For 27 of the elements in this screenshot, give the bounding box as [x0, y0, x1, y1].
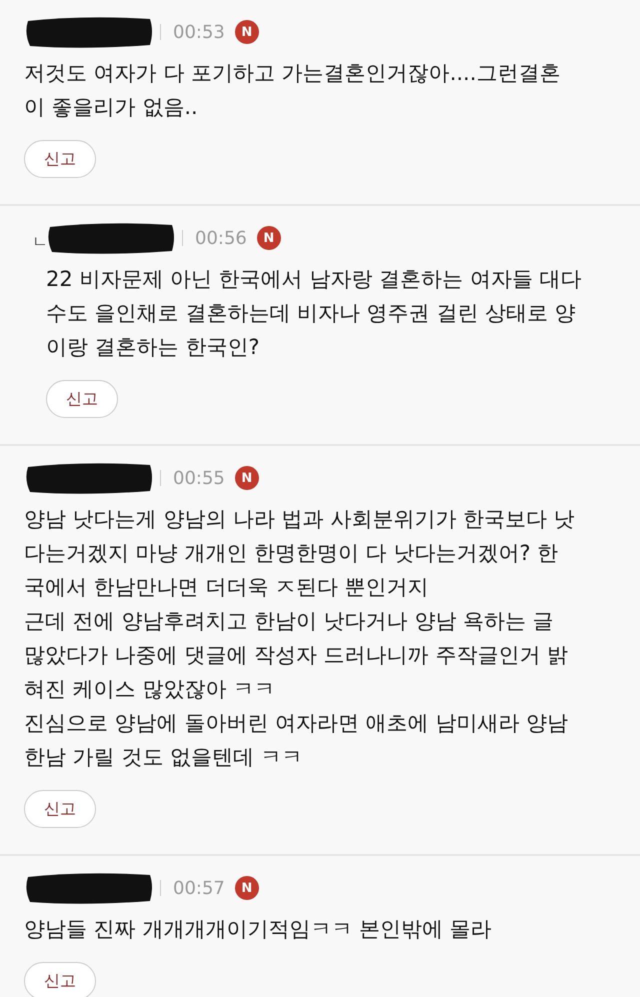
- report-button[interactable]: 신고: [24, 790, 96, 828]
- comment-text: 혀진 케이스 많았잖아 ㅋㅋ: [24, 676, 276, 703]
- comment-text: 양남 낫다는게 양남의 나라 법과 사회분위기가 한국보다 낫: [24, 506, 576, 533]
- comment-text: 근데 전에 양남후려치고 한남이 낫다거나 양남 욕하는 글: [24, 608, 555, 635]
- report-button[interactable]: 신고: [24, 962, 96, 997]
- comment-text: 많았다가 나중에 댓글에 작성자 드러나니까 주작글인거 밝: [24, 642, 570, 669]
- comment-time: 00:57: [173, 878, 225, 898]
- comment-text: 이 좋을리가 없음..: [24, 94, 199, 121]
- reply-marker: ㄴ: [32, 232, 48, 253]
- comment-text: 진심으로 양남에 돌아버린 여자라면 애초에 남미새라 양남: [24, 710, 570, 737]
- comment-text: 한남 가릴 것도 없을텐데 ㅋㅋ: [24, 744, 304, 771]
- comment-text: 저것도 여자가 다 포기하고 가는결혼인거잖아....그런결혼: [24, 60, 562, 87]
- comment-time: 00:53: [173, 22, 225, 42]
- comment-text: 22 비자문제 아닌 한국에서 남자랑 결혼하는 여자들 대다: [46, 266, 582, 293]
- n-badge: N: [234, 20, 259, 44]
- n-badge: N: [234, 876, 259, 900]
- comment-text: 국에서 한남만나면 더더욱 ㅈ된다 뿐인거지: [24, 574, 430, 601]
- n-badge: N: [256, 226, 281, 250]
- report-button[interactable]: 신고: [46, 380, 118, 418]
- comment-text: 이랑 결혼하는 한국인?: [46, 334, 260, 361]
- n-badge: N: [234, 466, 259, 490]
- comment-text: 양남들 진짜 개개개개이기적임ㅋㅋ 본인밖에 몰라: [24, 916, 493, 943]
- comment-time: 00:56: [195, 228, 247, 248]
- report-button[interactable]: 신고: [24, 140, 96, 178]
- comment-text: 다는거겠지 마냥 개개인 한명한명이 다 낫다는거겠어? 한: [24, 540, 560, 567]
- comment-time: 00:55: [173, 468, 225, 488]
- comment-text: 수도 을인채로 결혼하는데 비자나 영주권 걸린 상태로 양: [46, 300, 577, 327]
